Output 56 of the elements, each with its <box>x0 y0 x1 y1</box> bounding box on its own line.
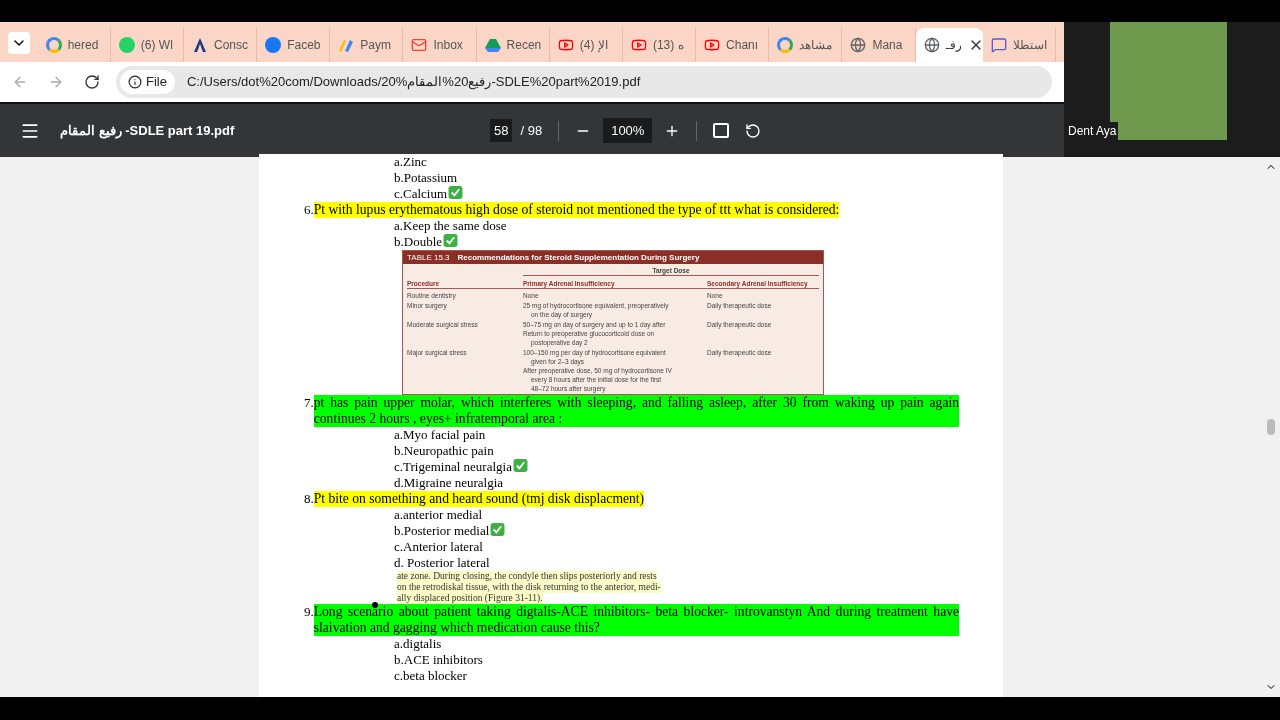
bullet-icon <box>372 602 378 608</box>
mail-icon <box>411 37 428 53</box>
site-info-chip[interactable]: File <box>120 70 175 94</box>
triangle-icon <box>484 37 501 53</box>
answer-option: b.ACE inhibitors <box>394 652 483 667</box>
globe-icon <box>923 37 940 53</box>
answer-option: b.Potassium <box>394 170 458 185</box>
letter-a-icon <box>192 37 208 53</box>
play-icon <box>704 37 721 53</box>
question-text: Pt with lupus erythematous high dose of steroid not mentioned the type of ttt what is considered: <box>313 202 840 218</box>
participant-name: Dent Aya <box>1066 122 1119 140</box>
fit-page-icon[interactable] <box>713 123 730 138</box>
answer-option: c.beta blocker <box>394 668 467 683</box>
answer-option: d. Posterior lateral <box>394 555 490 570</box>
play-icon <box>630 37 647 53</box>
tab-search-button[interactable] <box>8 32 30 54</box>
question-text: Long scenario about patient taking digtalis-ACE inhibitors- beta blocker- introvanstyn And during treatment have slaivation and gagging which medication cause this? <box>313 604 959 636</box>
page-total: / 98 <box>520 121 543 140</box>
answer-option: b.Posterior medial <box>394 523 506 538</box>
play-icon <box>557 37 574 53</box>
answer-option: a.Zinc <box>394 154 427 169</box>
table-title: Recommendations for Steroid Supplementation During Surgery <box>457 253 700 262</box>
answer-option: d.Migraine neuralgia <box>394 475 503 490</box>
browser-tab[interactable]: رفـ <box>915 28 983 62</box>
globe-icon <box>850 37 867 53</box>
check-mark-icon <box>512 459 528 472</box>
answer-option: c.Calcium <box>394 186 464 201</box>
reload-icon[interactable] <box>84 74 100 90</box>
question-text: pt has pain upper molar, which interferes with sleeping, and falling asleep, after 30 from waking up pain again continues 2 hours , eyes+ infratemporal area : <box>313 395 959 427</box>
question-number: 9. <box>304 604 314 621</box>
page-number-field[interactable]: 58 <box>490 118 513 143</box>
question-number: 8. <box>304 491 314 507</box>
answer-option: a.Keep the same dose <box>394 218 507 233</box>
info-icon <box>128 75 142 89</box>
zoom-field[interactable]: 100% <box>603 117 653 144</box>
table-number: TABLE 15.3 <box>407 253 450 262</box>
question-number: 7. <box>304 395 314 412</box>
check-mark-icon <box>448 186 464 199</box>
document-title: رفيع المقام -SDLE part 19.pdf <box>60 121 236 141</box>
question-text: Pt bite on something and heard sound (tmj disk displacment) <box>313 491 645 507</box>
answer-option: a.digtalis <box>394 636 442 651</box>
answer-option: b.Neuropathic pain <box>394 443 494 458</box>
answer-option: c.Trigeminal neuralgia <box>394 459 528 474</box>
answer-option: a.Myo facial pain <box>394 427 486 442</box>
message-app-icon <box>118 37 135 53</box>
check-mark-icon <box>490 523 506 536</box>
scroll-thumb[interactable] <box>1267 419 1275 435</box>
answer-option: b.Double <box>394 234 459 249</box>
question-number: 6. <box>304 202 314 218</box>
answer-option: a.anterior medial <box>394 507 483 522</box>
answer-option: c.Anterior lateral <box>394 539 483 554</box>
url-text: C:/Users/dot%20com/Downloads/20%رفيع20%المقام-SDLE%20part%2019.pdf <box>186 73 641 92</box>
rotate-icon[interactable] <box>745 122 762 139</box>
chat-icon <box>990 37 1007 53</box>
stripes-icon <box>338 37 355 53</box>
check-mark-icon <box>443 234 459 247</box>
